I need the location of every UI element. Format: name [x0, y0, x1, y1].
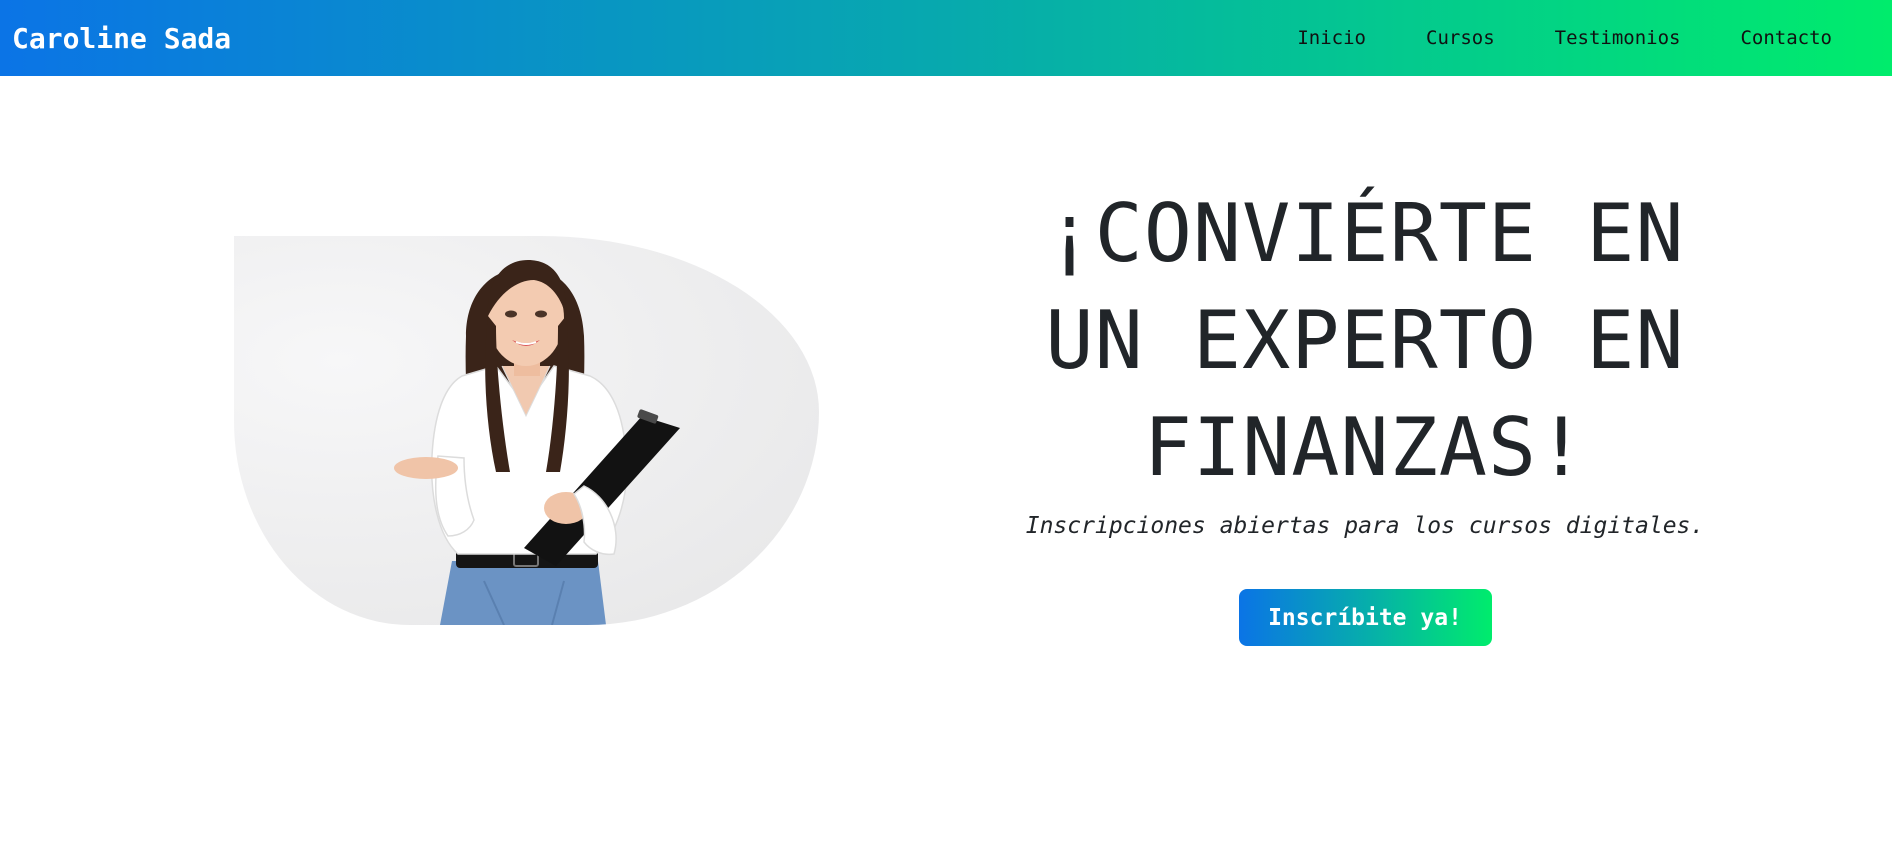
top-navbar: Caroline Sada Inicio Cursos Testimonios …: [0, 0, 1892, 76]
nav-link-cursos[interactable]: Cursos: [1426, 27, 1495, 49]
brand-logo-link[interactable]: Caroline Sada: [12, 22, 231, 55]
hero-title: ¡CONVIÉRTE EN UN EXPERTO EN FINANZAS!: [1045, 187, 1685, 494]
nav-links: Inicio Cursos Testimonios Contacto: [1237, 0, 1832, 76]
nav-link-inicio[interactable]: Inicio: [1297, 27, 1366, 49]
enroll-button[interactable]: Inscríbite ya!: [1238, 589, 1492, 646]
hero-subtitle: Inscripciones abiertas para los cursos d…: [1025, 513, 1705, 539]
woman-with-clipboard-illustration: [394, 260, 680, 625]
nav-link-testimonios[interactable]: Testimonios: [1555, 27, 1681, 49]
hero-text-section: ¡CONVIÉRTE EN UN EXPERTO EN FINANZAS! In…: [1010, 180, 1720, 646]
nav-link-contacto[interactable]: Contacto: [1740, 27, 1832, 49]
hero-image: [234, 236, 819, 625]
